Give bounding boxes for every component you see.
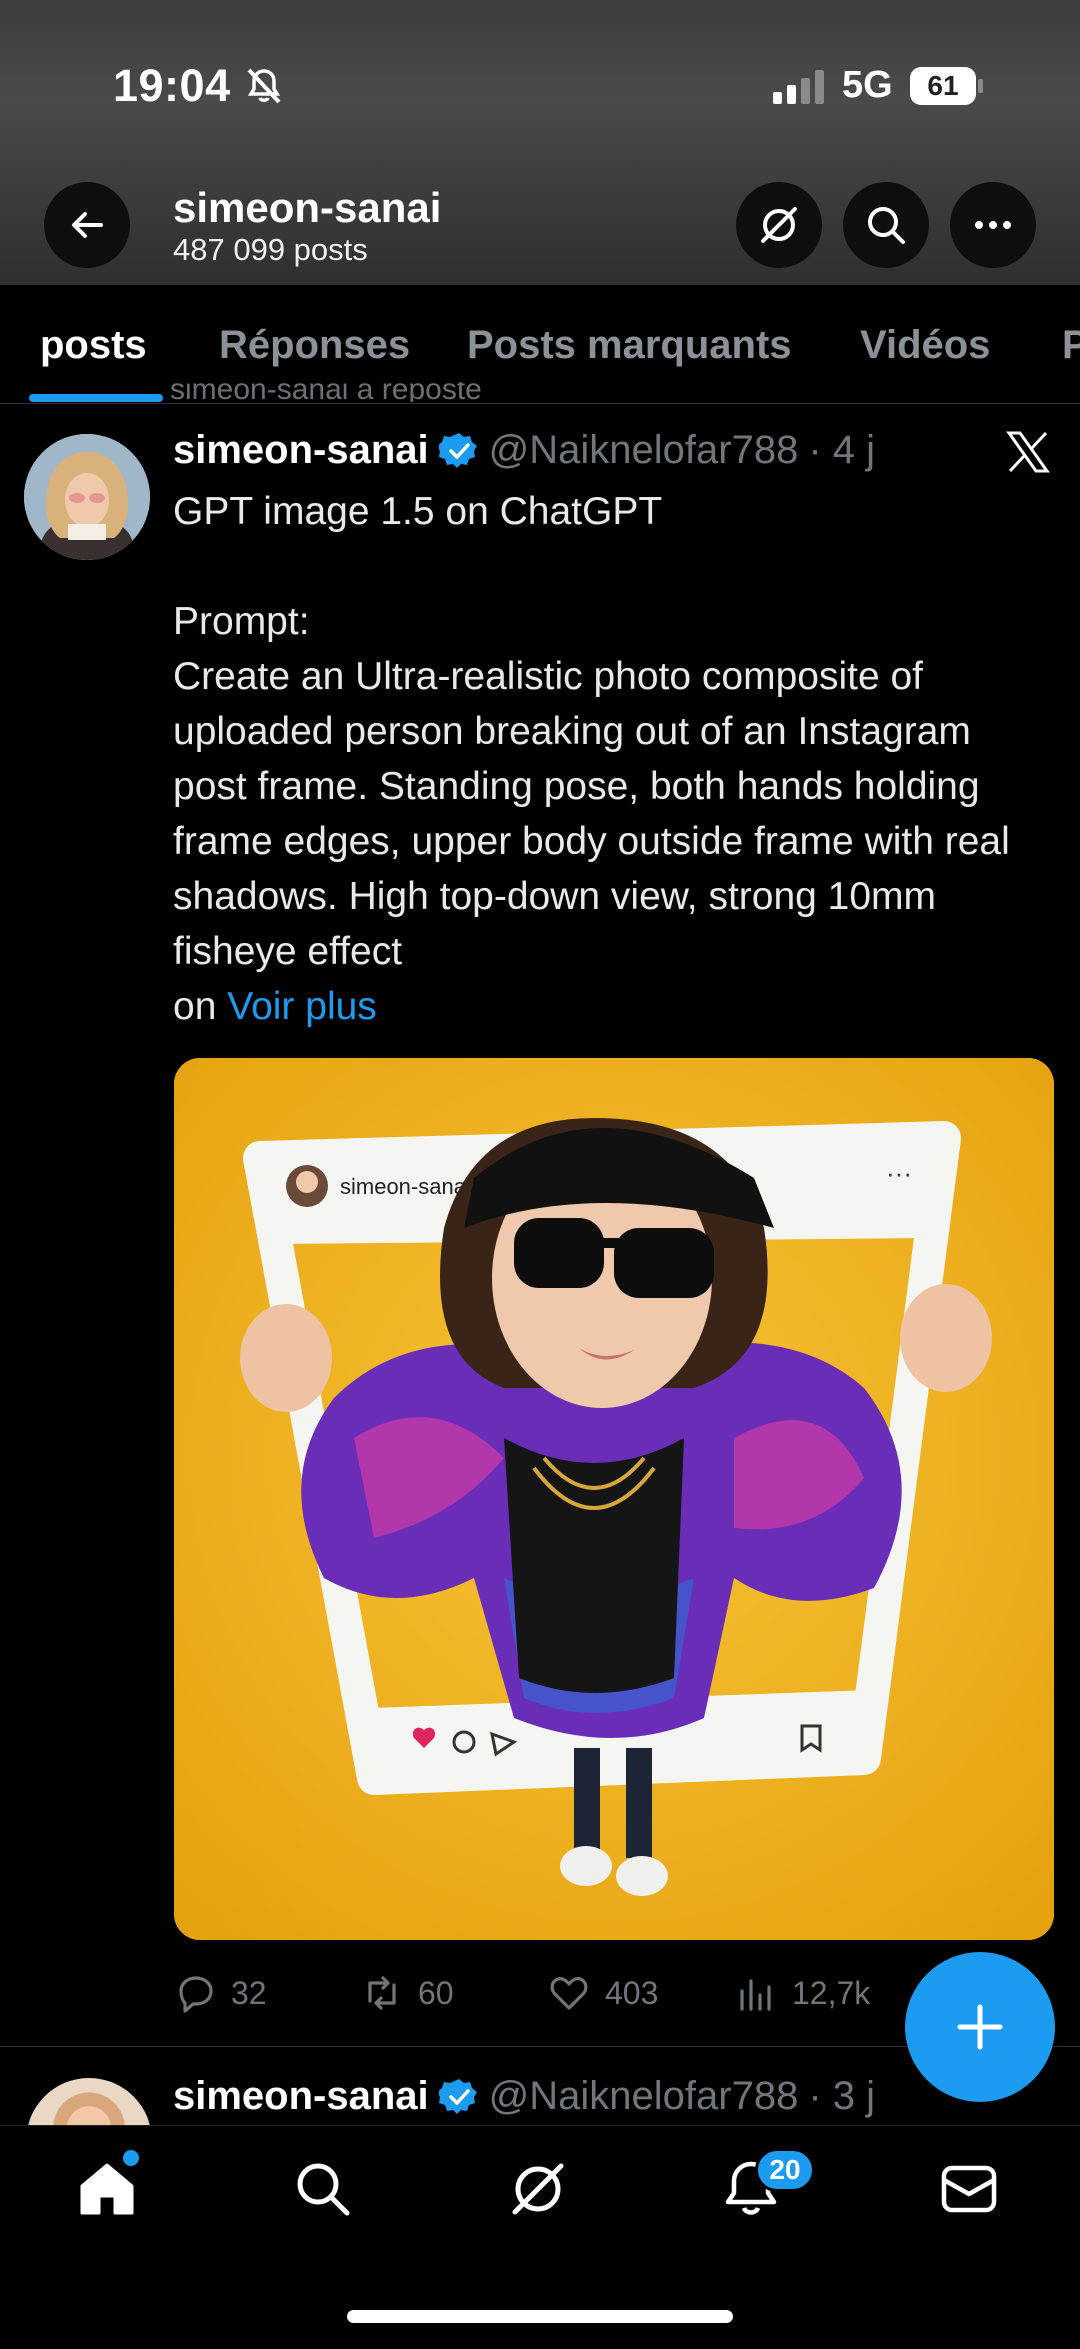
like-count: 403 <box>605 1974 659 2011</box>
view-count: 12,7k <box>792 1974 871 2011</box>
messages-icon[interactable] <box>936 2156 1002 2222</box>
bell-muted-icon <box>247 68 281 104</box>
author-handle[interactable]: @Naiknelofar788 <box>489 428 799 473</box>
battery-level: 61 <box>927 70 959 101</box>
tab-posts[interactable]: posts <box>40 323 147 368</box>
reply-action[interactable]: 32 <box>173 1968 267 2018</box>
reply-count: 32 <box>231 1974 267 2011</box>
profile-tabs: posts Réponses Posts marquants Vidéos P <box>0 285 1080 404</box>
network-type: 5G <box>842 64 893 106</box>
tab-videos[interactable]: Vidéos <box>860 323 990 368</box>
heart-icon <box>550 1977 588 2010</box>
tab-highlights[interactable]: Posts marquants <box>467 323 792 368</box>
avatar-portrait <box>24 434 150 560</box>
see-more-link[interactable]: Voir plus <box>227 985 377 1028</box>
post-image-illustration: simeon-sanai ··· <box>174 1058 1054 1940</box>
compose-button[interactable] <box>905 1952 1055 2102</box>
back-button[interactable] <box>44 182 130 268</box>
tab-replies[interactable]: Réponses <box>219 323 410 368</box>
grok-icon <box>761 207 797 243</box>
next-post-avatar-clip <box>24 2078 154 2125</box>
status-time: 19:04 <box>113 60 231 111</box>
next-author-name[interactable]: simeon-sanai <box>173 2074 429 2119</box>
next-post-age: · 3 j <box>808 2074 876 2118</box>
grok-icon[interactable] <box>505 2156 571 2222</box>
verified-badge-icon <box>438 2078 477 2114</box>
next-post-avatar[interactable] <box>26 2078 152 2125</box>
post-body: GPT image 1.5 on ChatGPT Prompt: Create … <box>173 490 1010 1028</box>
post-image[interactable]: simeon-sanai ··· <box>174 1058 1054 1940</box>
post-text: GPT image 1.5 on ChatGPT Prompt: Create … <box>173 484 1043 1034</box>
repost-label: simeon-sanai a reposté <box>170 382 482 402</box>
home-new-indicator <box>123 2150 139 2166</box>
verified-badge-icon <box>438 432 477 468</box>
avatar[interactable] <box>24 434 150 560</box>
post-count: 487 099 posts <box>173 232 368 267</box>
post-header: simeon-sanai @Naiknelofar788 · 4 j <box>173 428 875 473</box>
repost-icon <box>368 1976 396 2010</box>
x-logo-icon <box>1006 431 1050 473</box>
search-icon <box>868 207 905 244</box>
search-button[interactable] <box>843 182 929 268</box>
views-action[interactable]: 12,7k <box>734 1968 870 2018</box>
frame-username: simeon-sanai <box>340 1174 471 1199</box>
active-tab-indicator <box>29 394 163 402</box>
frame-menu: ··· <box>886 1158 912 1188</box>
repost-count: 60 <box>418 1974 454 2011</box>
reply-icon <box>179 1976 213 2013</box>
home-indicator[interactable] <box>347 2310 733 2323</box>
post-age: · 4 j <box>808 428 876 472</box>
more-horizontal-icon <box>975 221 1011 229</box>
tab-partial[interactable]: P <box>1062 323 1080 368</box>
analytics-icon <box>740 1979 771 2011</box>
repost-action[interactable]: 60 <box>360 1968 454 2018</box>
arrow-left-icon <box>72 212 103 238</box>
notifications-badge: 20 <box>755 2148 815 2192</box>
cell-signal-icon <box>773 70 824 104</box>
like-action[interactable]: 403 <box>547 1968 658 2018</box>
plus-icon <box>957 2004 1003 2050</box>
profile-name: simeon-sanai <box>173 184 442 231</box>
next-author-handle[interactable]: @Naiknelofar788 <box>489 2074 799 2119</box>
next-post-header: simeon-sanai @Naiknelofar788 · 3 j <box>173 2074 875 2119</box>
search-icon[interactable] <box>290 2156 356 2222</box>
more-options-button[interactable] <box>950 182 1036 268</box>
grok-button[interactable] <box>736 182 822 268</box>
author-name[interactable]: simeon-sanai <box>173 428 429 473</box>
